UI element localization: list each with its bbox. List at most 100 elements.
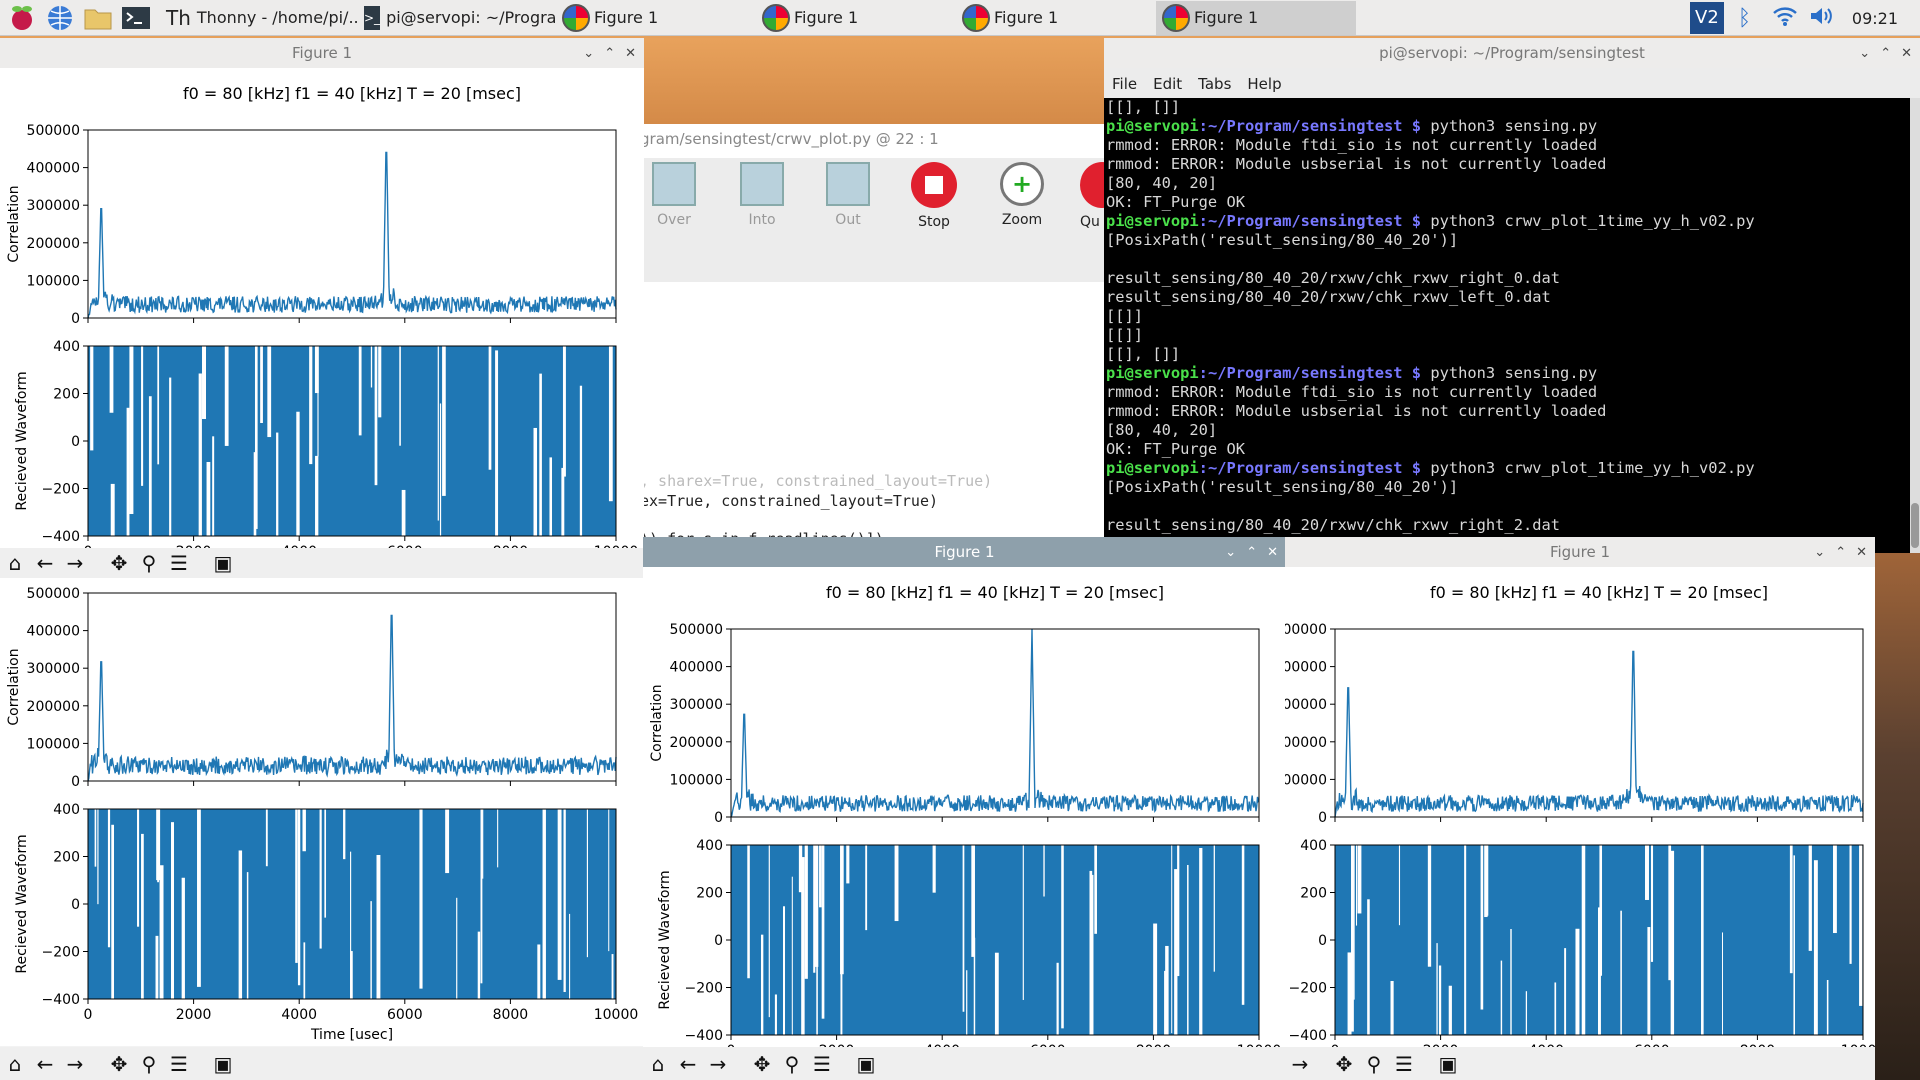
prompt-path: :~/Program/sensingtest $ <box>1198 117 1422 135</box>
y-tick-label: −200 <box>1289 981 1327 997</box>
vnc-icon[interactable]: V2 <box>1689 2 1724 34</box>
zoom-icon[interactable]: ⚲ <box>134 551 164 575</box>
back-icon[interactable]: ← <box>30 551 60 575</box>
terminal-line: pi@servopi:~/Program/sensingtest $ pytho… <box>1106 212 1910 231</box>
home-icon[interactable]: ⌂ <box>0 1052 30 1076</box>
terminal-titlebar[interactable]: pi@servopi: ~/Program/sensingtest ⌄ ⌃ ✕ <box>1104 38 1920 68</box>
clock[interactable]: 09:21 <box>1852 9 1898 28</box>
pan-icon[interactable]: ✥ <box>747 1052 777 1076</box>
waveform-gap <box>971 845 975 957</box>
code-editor[interactable]: , sharex=True, constrained_layout=True) … <box>640 282 1105 548</box>
waveform-gap <box>1849 845 1852 964</box>
terminal-scrollbar[interactable] <box>1910 98 1920 553</box>
close-icon[interactable]: ✕ <box>625 46 636 61</box>
terminal-launcher-icon[interactable] <box>120 3 152 33</box>
task-figure-2[interactable]: Figure 1 <box>756 1 956 35</box>
task-label: Thonny - /home/pi/... <box>196 8 358 27</box>
forward-icon[interactable]: → <box>60 551 90 575</box>
menu-tabs[interactable]: Tabs <box>1198 75 1231 93</box>
figure-titlebar[interactable]: Figure 1 ⌄ ⌃ ✕ <box>1285 537 1875 567</box>
figure-canvas[interactable]: f0 = 80 [kHz] f1 = 40 [kHz] T = 20 [msec… <box>0 68 644 583</box>
minimize-icon[interactable]: ⌄ <box>1859 46 1870 61</box>
zoom-icon[interactable]: ⚲ <box>1359 1052 1389 1076</box>
pan-icon[interactable]: ✥ <box>104 1052 134 1076</box>
waveform-gap <box>539 373 542 536</box>
matplotlib-icon <box>562 3 590 32</box>
waveform-gap <box>533 427 538 536</box>
prompt-user: pi@servopi <box>1106 459 1199 477</box>
wifi-icon[interactable] <box>1772 5 1798 31</box>
minimize-icon[interactable]: ⌄ <box>1225 545 1236 560</box>
thonny-icon: Th <box>166 5 191 30</box>
volume-icon[interactable] <box>1808 5 1834 31</box>
forward-icon[interactable]: → <box>703 1052 733 1076</box>
close-icon[interactable]: ✕ <box>1267 545 1278 560</box>
menu-file[interactable]: File <box>1112 75 1137 93</box>
task-thonny[interactable]: Th Thonny - /home/pi/... <box>160 1 358 35</box>
terminal-icon: >_ <box>364 5 381 30</box>
zoom-button[interactable]: + Zoom <box>994 162 1050 228</box>
close-icon[interactable]: ✕ <box>1856 545 1867 560</box>
configure-icon[interactable]: ☰ <box>164 551 194 575</box>
minimize-icon[interactable]: ⌄ <box>1814 545 1825 560</box>
figure-titlebar[interactable]: Figure 1 ⌄ ⌃ ✕ <box>643 537 1286 567</box>
close-icon[interactable]: ✕ <box>1901 46 1912 61</box>
configure-icon[interactable]: ☰ <box>1389 1052 1419 1076</box>
waveform-gap <box>840 845 844 975</box>
browser-icon[interactable] <box>44 3 76 33</box>
figure-canvas[interactable]: f0 = 80 [kHz] f1 = 40 [kHz] T = 20 [msec… <box>1285 567 1875 1079</box>
step-over-button[interactable]: Over <box>646 162 702 228</box>
figure-titlebar[interactable]: Figure 1 ⌄ ⌃ ✕ <box>0 38 644 68</box>
maximize-icon[interactable]: ⌃ <box>604 46 615 61</box>
step-out-button[interactable]: Out <box>820 162 876 228</box>
minimize-icon[interactable]: ⌄ <box>583 46 594 61</box>
task-figure-1[interactable]: Figure 1 <box>556 1 756 35</box>
terminal-line: result_sensing/80_40_20/rxwv/chk_rxwv_ri… <box>1106 269 1561 287</box>
configure-icon[interactable]: ☰ <box>164 1052 194 1076</box>
y-tick-label: 100000 <box>670 772 723 788</box>
home-icon[interactable]: ⌂ <box>643 1052 673 1076</box>
zoom-icon[interactable]: ⚲ <box>134 1052 164 1076</box>
back-icon[interactable]: ← <box>30 1052 60 1076</box>
forward-icon[interactable]: → <box>1285 1052 1315 1076</box>
task-figure-3[interactable]: Figure 1 <box>956 1 1156 35</box>
configure-icon[interactable]: ☰ <box>807 1052 837 1076</box>
y-tick-label: 100000 <box>1285 772 1327 788</box>
raspberry-menu-icon[interactable] <box>6 3 38 33</box>
save-icon[interactable]: ▣ <box>208 551 238 575</box>
folder-icon[interactable] <box>82 3 114 33</box>
system-tray: V2 ᛒ 09:21 <box>1689 0 1920 36</box>
save-icon[interactable]: ▣ <box>1433 1052 1463 1076</box>
stop-button[interactable]: Stop <box>906 162 962 230</box>
x-tick-label: 0 <box>84 1007 93 1023</box>
menu-help[interactable]: Help <box>1247 75 1281 93</box>
bluetooth-icon[interactable]: ᛒ <box>1738 6 1758 31</box>
zoom-icon[interactable]: ⚲ <box>777 1052 807 1076</box>
terminal-line: pi@servopi:~/Program/sensingtest $ pytho… <box>1106 459 1910 478</box>
menu-edit[interactable]: Edit <box>1153 75 1182 93</box>
back-icon[interactable]: ← <box>673 1052 703 1076</box>
code-line: , sharex=True, constrained_layout=True) <box>640 472 993 490</box>
task-terminal[interactable]: >_ pi@servopi: ~/Progra... <box>358 1 556 35</box>
task-figure-4[interactable]: Figure 1 <box>1156 0 1356 35</box>
home-icon[interactable]: ⌂ <box>0 551 30 575</box>
save-icon[interactable]: ▣ <box>208 1052 238 1076</box>
y-tick-label: 400 <box>53 802 80 818</box>
maximize-icon[interactable]: ⌃ <box>1835 545 1846 560</box>
waveform-gap <box>94 809 97 867</box>
pan-icon[interactable]: ✥ <box>1329 1052 1359 1076</box>
maximize-icon[interactable]: ⌃ <box>1246 545 1257 560</box>
forward-icon[interactable]: → <box>60 1052 90 1076</box>
window-title: pi@servopi: ~/Program/sensingtest <box>1379 44 1645 62</box>
pan-icon[interactable]: ✥ <box>104 551 134 575</box>
figure-canvas[interactable]: f0 = 80 [kHz] f1 = 40 [kHz] T = 20 [msec… <box>643 567 1286 1079</box>
maximize-icon[interactable]: ⌃ <box>1880 46 1891 61</box>
figure-title: f0 = 80 [kHz] f1 = 40 [kHz] T = 20 [msec… <box>826 583 1164 602</box>
y-tick-label: −400 <box>42 992 80 1008</box>
terminal-output[interactable]: [[], []] pi@servopi:~/Program/sensingtest… <box>1104 98 1910 553</box>
x-tick-label: 2000 <box>176 1007 212 1023</box>
figure-canvas[interactable]: f0 = 80 [kHz] f1 = 40 [kHz] T = 20 [msec… <box>0 583 644 1046</box>
save-icon[interactable]: ▣ <box>851 1052 881 1076</box>
step-into-button[interactable]: Into <box>734 162 790 228</box>
waveform-gap <box>497 809 499 868</box>
